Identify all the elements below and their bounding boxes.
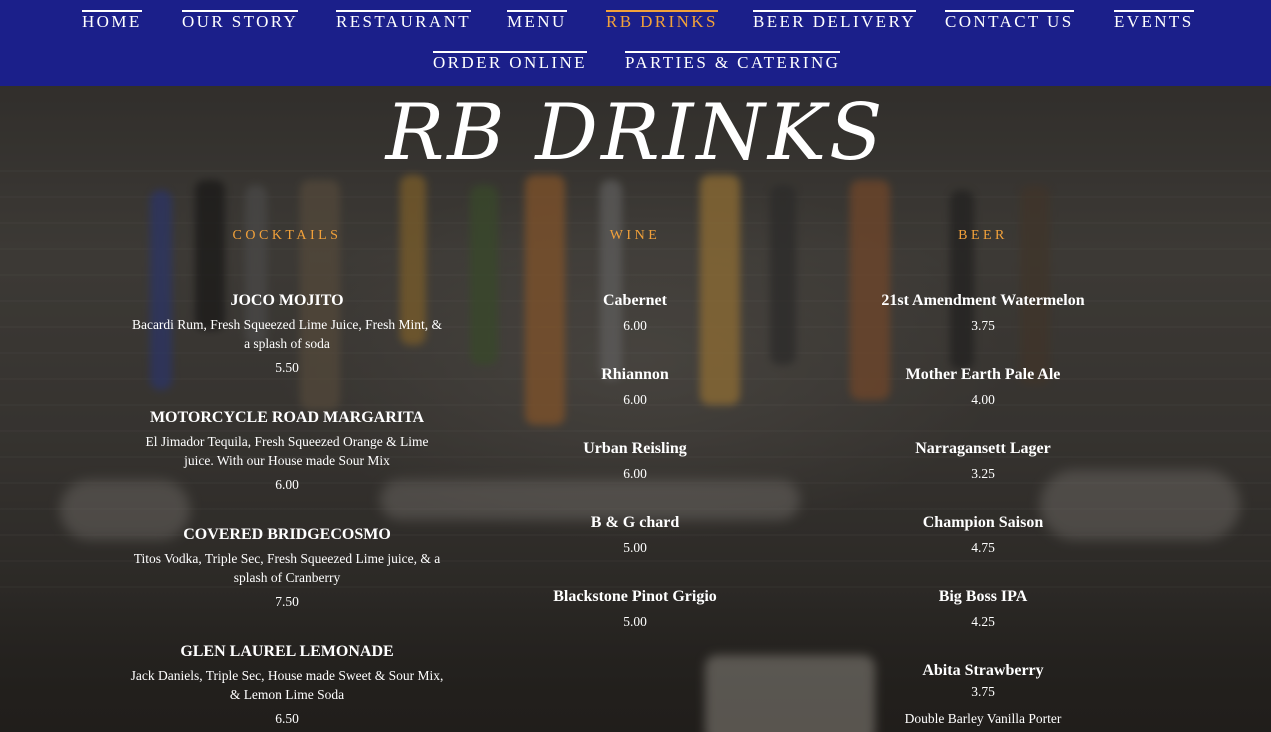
nav-parties-catering[interactable]: PARTIES & CATERING [625, 51, 841, 72]
item-name: B & G chard [590, 514, 680, 531]
menu-item: Cabernet 6.00 [485, 291, 785, 335]
menu-item-name-partial: Double Barley Vanilla Porter [904, 711, 1062, 726]
item-price: 3.25 [971, 466, 995, 481]
nav-our-story[interactable]: OUR STORY [182, 10, 299, 31]
menu-item: Big Boss IPA 4.25 [833, 587, 1133, 631]
nav-rb-drinks[interactable]: RB DRINKS [606, 10, 718, 31]
menu-item: Narragansett Lager 3.25 [833, 439, 1133, 483]
item-name: Blackstone Pinot Grigio [553, 588, 717, 605]
item-name: Urban Reisling [583, 440, 687, 457]
item-price: 3.75 [971, 318, 995, 333]
beer-heading: BEER [958, 228, 1008, 243]
menu-item: JOCO MOJITO Bacardi Rum, Fresh Squeezed … [130, 291, 444, 377]
item-price: 7.50 [275, 594, 299, 609]
item-name: MOTORCYCLE ROAD MARGARITA [149, 409, 425, 426]
item-description: Titos Vodka, Triple Sec, Fresh Squeezed … [133, 551, 441, 585]
item-name: Cabernet [603, 292, 667, 309]
item-description: Bacardi Rum, Fresh Squeezed Lime Juice, … [131, 317, 443, 351]
item-name: Rhiannon [601, 366, 669, 383]
menu-item: MOTORCYCLE ROAD MARGARITA El Jimador Teq… [130, 408, 444, 494]
nav-events[interactable]: EVENTS [1114, 10, 1194, 31]
item-price: 4.75 [971, 540, 995, 555]
menu-item: GLEN LAUREL LEMONADE Jack Daniels, Tripl… [130, 642, 444, 728]
item-price: 5.50 [275, 360, 299, 375]
nav-restaurant[interactable]: RESTAURANT [336, 10, 472, 31]
nav-contact-us[interactable]: CONTACT US [945, 10, 1074, 31]
main-navigation: HOME OUR STORY RESTAURANT MENU RB DRINKS… [0, 0, 1271, 86]
item-price: 5.00 [623, 614, 647, 629]
item-name: Mother Earth Pale Ale [905, 366, 1061, 383]
item-name: Big Boss IPA [938, 588, 1028, 605]
item-name: GLEN LAUREL LEMONADE [180, 643, 394, 660]
item-name: JOCO MOJITO [230, 292, 344, 309]
menu-item: B & G chard 5.00 [485, 513, 785, 557]
cocktails-heading: COCKTAILS [232, 228, 342, 243]
item-price: 6.50 [275, 711, 299, 726]
item-description: Jack Daniels, Triple Sec, House made Swe… [130, 668, 444, 702]
menu-item: 21st Amendment Watermelon 3.75 [833, 291, 1133, 335]
wine-heading: WINE [609, 228, 661, 243]
item-name: Abita Strawberry [922, 662, 1044, 679]
menu-item: Champion Saison 4.75 [833, 513, 1133, 557]
item-price: 5.00 [623, 540, 647, 555]
item-name: Narragansett Lager [915, 440, 1051, 457]
item-price: 3.75 [971, 684, 995, 699]
menu-item: COVERED BRIDGECOSMO Titos Vodka, Triple … [130, 525, 444, 611]
menu-item: Mother Earth Pale Ale 4.00 [833, 365, 1133, 409]
menu-item: Abita Strawberry 3.75 [833, 661, 1133, 701]
nav-home[interactable]: HOME [82, 10, 142, 31]
nav-beer-delivery[interactable]: BEER DELIVERY [753, 10, 916, 31]
menu-item: Rhiannon 6.00 [485, 365, 785, 409]
menu-item: Urban Reisling 6.00 [485, 439, 785, 483]
item-price: 4.25 [971, 614, 995, 629]
menu-item: Blackstone Pinot Grigio 5.00 [485, 587, 785, 631]
nav-order-online[interactable]: ORDER ONLINE [433, 51, 587, 72]
item-price: 4.00 [971, 392, 995, 407]
item-price: 6.00 [623, 318, 647, 333]
item-name: COVERED BRIDGECOSMO [183, 526, 391, 543]
item-price: 6.00 [623, 392, 647, 407]
item-price: 6.00 [623, 466, 647, 481]
item-name: Champion Saison [922, 514, 1044, 531]
page-title: RB DRINKS [385, 88, 886, 178]
item-price: 6.00 [275, 477, 299, 492]
item-description: El Jimador Tequila, Fresh Squeezed Orang… [145, 434, 429, 468]
nav-menu[interactable]: MENU [507, 10, 567, 31]
item-name: 21st Amendment Watermelon [881, 292, 1085, 309]
